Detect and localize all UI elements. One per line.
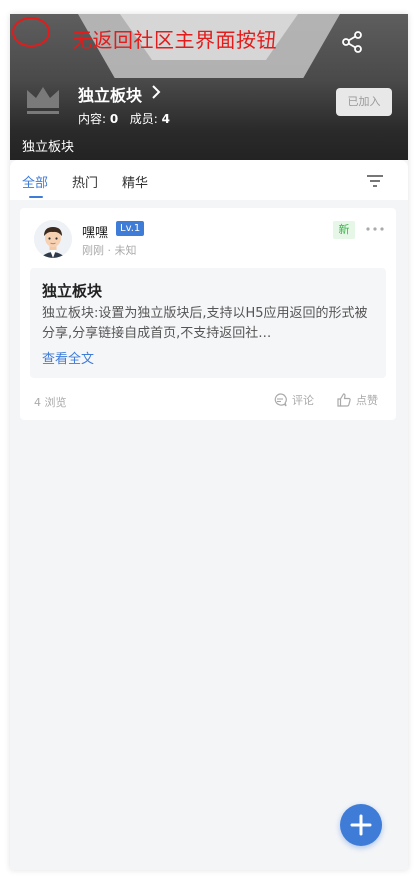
new-badge: 新 — [333, 221, 355, 239]
annotation-text: 无返回社区主界面按钮 — [72, 28, 277, 52]
comment-icon — [274, 393, 287, 407]
board-subtitle: 独立板块 — [22, 140, 75, 155]
annotation-circle — [12, 17, 50, 47]
thumbs-up-icon — [337, 393, 351, 407]
share-icon[interactable] — [340, 30, 364, 54]
like-button[interactable]: 点赞 — [336, 392, 378, 408]
members-label: 成员: — [129, 112, 158, 126]
post-card[interactable]: 嘿嘿 Lv.1 刚刚 · 未知 新 独立板块 独立板块:设置为独立版块后,支持以… — [20, 208, 396, 420]
joined-button[interactable]: 已加入 — [336, 88, 392, 116]
more-icon[interactable] — [365, 226, 385, 232]
members-count: 4 — [161, 112, 170, 126]
like-label: 点赞 — [356, 394, 378, 407]
comment-button[interactable]: 评论 — [272, 392, 314, 408]
create-post-button[interactable] — [340, 804, 382, 846]
read-more-link[interactable]: 查看全文 — [42, 348, 94, 367]
view-count: 4 浏览 — [34, 396, 67, 409]
plus-icon — [350, 814, 372, 836]
post-meta: 刚刚 · 未知 — [82, 244, 137, 257]
board-header: 无返回社区主界面按钮 独立板块 内容: 0 成员: 4 已加入 独立板块 — [10, 14, 408, 160]
filter-icon[interactable] — [366, 174, 384, 188]
tab-hot[interactable]: 热门 — [72, 172, 98, 191]
post-excerpt: 独立板块:设置为独立版块后,支持以H5应用返回的形式被分享,分享链接自成首页,不… — [42, 306, 368, 341]
app-frame: 无返回社区主界面按钮 独立板块 内容: 0 成员: 4 已加入 独立板块 全部 — [10, 14, 408, 870]
post-body[interactable]: 独立板块 独立板块:设置为独立版块后,支持以H5应用返回的形式被分享,分享链接自… — [30, 268, 386, 378]
author-name[interactable]: 嘿嘿 — [82, 222, 108, 241]
tab-featured[interactable]: 精华 — [122, 172, 148, 191]
board-name[interactable]: 独立板块 — [78, 82, 142, 106]
crown-icon — [27, 87, 59, 114]
level-badge: Lv.1 — [116, 221, 145, 236]
active-tab-indicator — [29, 196, 43, 198]
chevron-right-icon[interactable] — [150, 83, 162, 101]
board-stats: 内容: 0 成员: 4 — [78, 110, 170, 127]
content-count: 0 — [109, 112, 119, 126]
tab-all[interactable]: 全部 — [22, 172, 48, 191]
comment-label: 评论 — [292, 394, 314, 407]
tab-bar: 全部 热门 精华 — [10, 160, 408, 200]
content-label: 内容: — [78, 112, 107, 126]
avatar[interactable] — [34, 220, 72, 258]
post-title: 独立板块 — [42, 282, 103, 300]
